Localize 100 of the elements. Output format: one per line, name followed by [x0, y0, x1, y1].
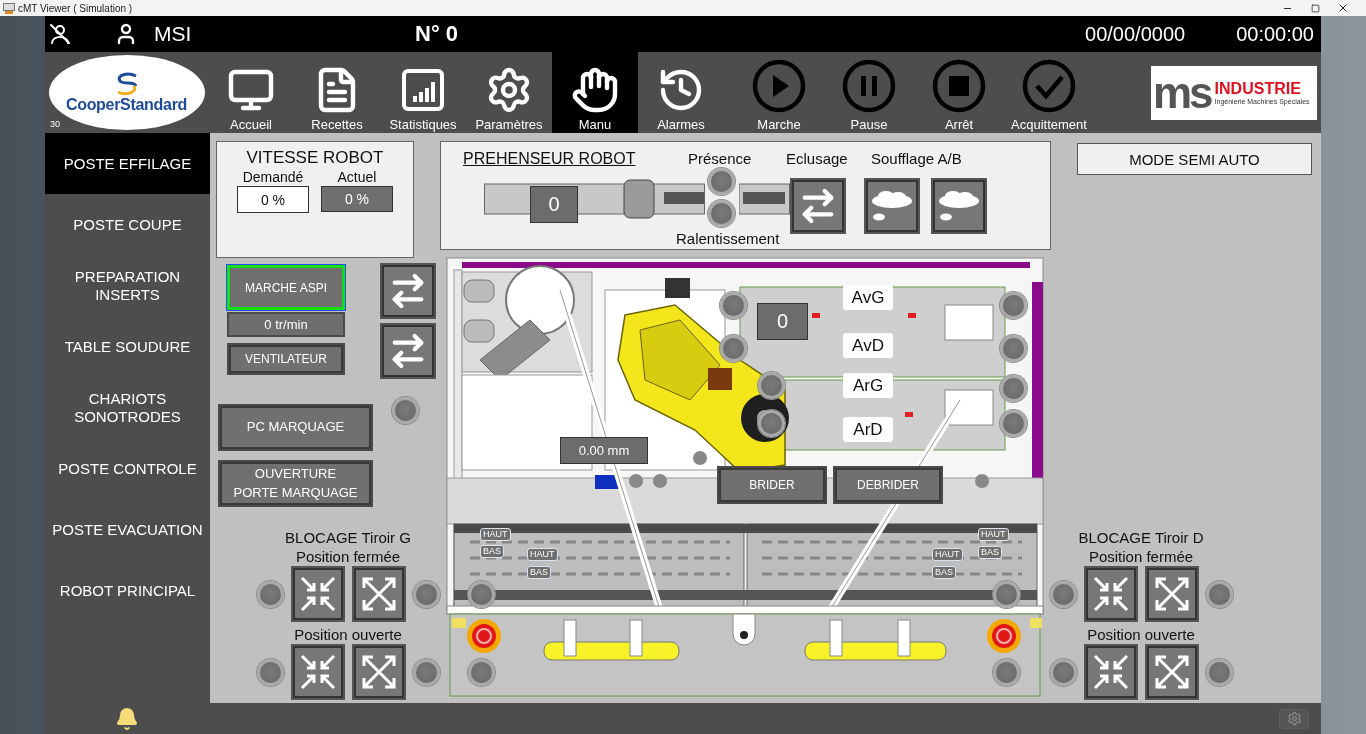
indicator-lamp — [412, 580, 440, 608]
rotation-readout: 0 tr/min — [227, 312, 345, 337]
blow-button[interactable] — [931, 178, 987, 234]
stop-icon — [931, 58, 987, 114]
close-lock-button[interactable] — [290, 566, 345, 622]
sidebar-item[interactable]: CHARIOTS SONOTRODES — [45, 377, 210, 438]
sidebar-item[interactable]: PREPARATION INSERTS — [45, 255, 210, 316]
position-tag: HAUT — [978, 528, 1009, 541]
indicator-lamp — [1205, 658, 1233, 686]
sidebar-item[interactable]: TABLE SOUDURE — [45, 316, 210, 377]
cloud-icon — [937, 189, 981, 223]
marking-pc-button[interactable]: PC MARQUAGE — [218, 404, 373, 451]
emergency-stop-icon — [987, 619, 1021, 653]
position-tag: HAUT — [932, 548, 963, 561]
panel-title: VITESSE ROBOT — [246, 148, 384, 168]
position-tag: BAS — [932, 566, 956, 579]
speed-readout: 0 % — [321, 186, 393, 212]
arrows-inward-icon — [1091, 575, 1130, 613]
position-label: Position fermée — [295, 547, 401, 566]
bell-icon[interactable] — [115, 706, 139, 731]
valve-label: Eclusage — [786, 150, 848, 167]
suction-button[interactable]: MARCHE ASPI — [227, 265, 345, 310]
fan-button[interactable]: VENTILATEUR — [227, 343, 345, 375]
nav-tab[interactable]: Recettes — [294, 52, 380, 133]
position-label: ArD — [843, 417, 893, 442]
arrows-inward-icon — [1091, 653, 1130, 691]
emergency-stop-icon — [467, 619, 501, 653]
position-label: AvG — [843, 285, 893, 310]
nav-tab[interactable]: Accueil — [208, 52, 294, 133]
indicator-lamp — [1049, 658, 1077, 686]
swap-button[interactable] — [380, 263, 436, 319]
unclamp-button[interactable]: DEBRIDER — [833, 466, 943, 504]
position-label: Position ouverte — [1087, 625, 1195, 644]
open-lock-button[interactable] — [1144, 644, 1199, 700]
indicator-lamp — [392, 397, 419, 424]
close-lock-button[interactable] — [1083, 644, 1138, 700]
position-tag: BAS — [480, 545, 504, 558]
user-off-icon — [48, 22, 72, 46]
indicator-lamp — [256, 658, 284, 686]
action-button[interactable]: Acquittement — [1004, 52, 1094, 133]
maximize-icon — [1310, 3, 1320, 13]
action-button[interactable]: Arrêt — [914, 52, 1004, 133]
bar-chart-icon — [399, 66, 447, 114]
open-lock-button[interactable] — [351, 566, 406, 622]
nav-tab[interactable]: Statistiques — [380, 52, 466, 133]
indicator-lamp — [1205, 580, 1233, 608]
speed-input[interactable]: 0 % — [237, 186, 309, 213]
time-text: 00:00:00 — [1236, 22, 1314, 46]
drawer-counter: 0 — [757, 303, 808, 340]
close-lock-button[interactable] — [290, 644, 345, 700]
offset-readout: 0.00 mm — [560, 437, 648, 464]
marking-door-button[interactable]: OUVERTURE PORTE MARQUAGE — [218, 460, 373, 507]
sensor-label: Ralentissement — [676, 230, 780, 247]
lock-title: BLOCAGE Tiroir G — [285, 528, 411, 547]
date-text: 00/00/0000 — [1085, 22, 1186, 46]
gripper-counter: 0 — [530, 186, 578, 223]
play-icon — [751, 58, 807, 114]
position-label: AvD — [843, 333, 893, 358]
settings-icon — [1286, 711, 1302, 726]
clamp-button[interactable]: BRIDER — [717, 466, 827, 504]
panel-title: PREHENSEUR ROBOT — [463, 150, 636, 168]
action-button[interactable]: Marche — [734, 52, 824, 133]
arrows-inward-icon — [298, 575, 337, 613]
position-label: ArG — [843, 373, 893, 398]
sidebar-item[interactable]: POSTE COUPE — [45, 194, 210, 255]
sidebar-item[interactable]: ROBOT PRINCIPAL — [45, 560, 210, 621]
indicator-lamp — [708, 168, 735, 195]
pause-icon — [841, 58, 897, 114]
position-tag: BAS — [978, 546, 1002, 559]
valve-label: Soufflage A/B — [871, 150, 962, 167]
window-title: cMT Viewer ( Simulation ) — [18, 2, 133, 14]
sidebar-item[interactable]: POSTE EFFILAGE — [45, 133, 210, 194]
hand-icon — [571, 66, 619, 114]
nav-tab[interactable]: Manu — [552, 52, 638, 133]
cloud-icon — [870, 189, 914, 223]
indicator-lamp — [256, 580, 284, 608]
indicator-lamp — [708, 200, 735, 227]
part-number: N° 0 — [415, 21, 459, 47]
open-lock-button[interactable] — [351, 644, 406, 700]
action-button[interactable]: Pause — [824, 52, 914, 133]
nav-tab[interactable]: Alarmes — [638, 52, 724, 133]
position-tag: BAS — [527, 566, 551, 579]
mode-button[interactable]: MODE SEMI AUTO — [1077, 143, 1312, 175]
close-lock-button[interactable] — [1083, 566, 1138, 622]
open-lock-button[interactable] — [1144, 566, 1199, 622]
field-label: Demandé — [241, 169, 305, 185]
swap-button[interactable] — [790, 178, 846, 234]
blow-button[interactable] — [864, 178, 920, 234]
swap-button[interactable] — [380, 323, 436, 379]
field-label: Actuel — [336, 169, 378, 185]
sidebar-item[interactable]: POSTE CONTROLE — [45, 438, 210, 499]
sidebar-item[interactable]: POSTE EVACUATION — [45, 499, 210, 560]
app-icon — [3, 2, 15, 14]
station-number: 30 — [50, 119, 60, 129]
nav-tab[interactable]: Paramètres — [466, 52, 552, 133]
close-icon — [1337, 2, 1349, 14]
indicator-lamp — [1049, 580, 1077, 608]
position-label: Position fermée — [1088, 547, 1194, 566]
lock-title: BLOCAGE Tiroir D — [1078, 528, 1204, 547]
arrows-inward-icon — [298, 653, 337, 691]
